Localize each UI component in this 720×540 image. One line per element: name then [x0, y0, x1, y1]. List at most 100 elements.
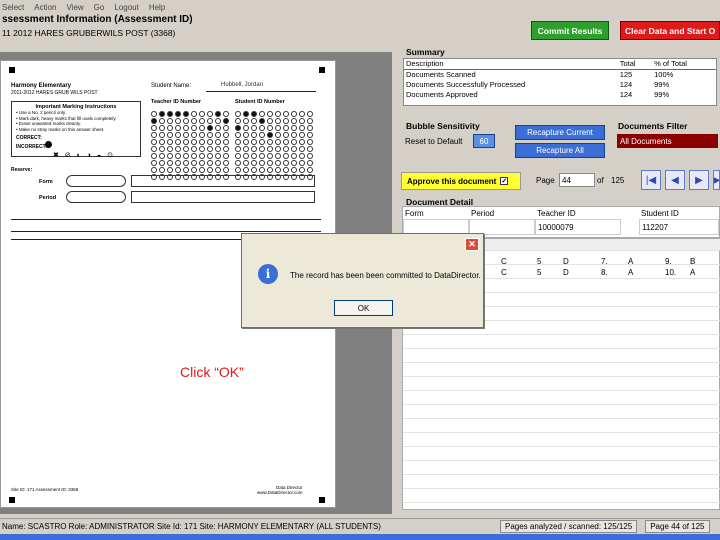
reserve-grid-2 [131, 191, 315, 203]
documents-filter-title: Documents Filter [618, 121, 688, 131]
close-icon[interactable]: ✕ [465, 238, 479, 251]
summary-cell: Documents Approved [406, 89, 478, 99]
answer-cell: 7. [601, 257, 608, 266]
menu-logout[interactable]: Logout [114, 3, 138, 12]
student-id-label: Student ID Number [235, 99, 285, 105]
summary-header: Description [404, 59, 618, 70]
status-pages-scanned: Pages analyzed / scanned: 125/125 [500, 520, 638, 533]
summary-header: % of Total [652, 59, 716, 70]
answer-cell: 9. [665, 257, 672, 266]
page-number-input[interactable]: 44 [559, 173, 595, 187]
page-label: Page [536, 176, 555, 185]
period-bubble-row [66, 191, 126, 203]
answer-cell: C [501, 257, 507, 266]
sensitivity-spinner[interactable]: 60 [473, 134, 495, 148]
table-row[interactable] [403, 379, 720, 391]
tutorial-annotation: Click “OK” [180, 364, 244, 380]
school-name: Harmony Elementary [11, 83, 72, 89]
table-row[interactable] [403, 421, 720, 433]
commit-results-button[interactable]: Commit Results [531, 21, 609, 40]
answer-cell: D [563, 257, 569, 266]
page-total: 125 [611, 176, 625, 185]
menu-go[interactable]: Go [94, 3, 105, 12]
student-id-field[interactable]: 112207 [639, 219, 719, 235]
form-label: Form [39, 179, 53, 185]
table-row[interactable] [403, 393, 720, 405]
summary-cell: 99% [654, 89, 670, 99]
approve-document-toggle[interactable]: Approve this document ✓ [401, 172, 521, 190]
detail-header-form: Form [405, 209, 424, 218]
table-row[interactable] [403, 365, 720, 377]
menu-select[interactable]: Select [2, 3, 24, 12]
detail-header-student-id: Student ID [641, 209, 679, 218]
table-row[interactable] [403, 351, 720, 363]
test-line: 2011-2012 HARES GRUB WILS POST [11, 90, 98, 96]
last-page-icon[interactable]: ▶ [713, 170, 720, 190]
ok-button[interactable]: OK [334, 300, 393, 316]
menu-action[interactable]: Action [34, 3, 56, 12]
first-page-icon[interactable]: |◀ [641, 170, 661, 190]
reset-default-label[interactable]: Reset to Default [405, 137, 462, 146]
table-row[interactable] [403, 477, 720, 489]
incorrect-label: INCORRECT: [16, 144, 47, 150]
summary-cell: 100% [654, 69, 674, 79]
reserve-grid-1 [131, 175, 315, 187]
table-row[interactable] [403, 407, 720, 419]
detail-header-period: Period [471, 209, 495, 218]
next-page-icon[interactable]: ▶ [689, 170, 709, 190]
answer-cell: 10. [665, 268, 677, 277]
menu-help[interactable]: Help [149, 3, 165, 12]
recapture-all-button[interactable]: Recapture All [515, 143, 605, 158]
form-bubble-row [66, 175, 126, 187]
info-icon: i [258, 264, 278, 284]
taskbar [0, 534, 720, 540]
summary-cell: 125 [619, 69, 633, 79]
summary-table: Description Total % of Total Documents S… [403, 58, 717, 106]
corner-mark [319, 67, 325, 73]
status-bar: Name: SCASTRO Role: ADMINISTRATOR Site I… [0, 518, 720, 534]
documents-filter-select[interactable]: All Documents [617, 134, 718, 148]
answer-cell: 5 [537, 257, 542, 266]
table-row[interactable] [403, 337, 720, 349]
summary-cell: 124 [619, 79, 633, 89]
name-line [206, 91, 316, 92]
answer-cell: D [563, 268, 569, 277]
reserve-label: Reserve: [11, 167, 33, 173]
summary-cell: Documents Scanned [406, 69, 476, 79]
answer-cell: A [628, 257, 634, 266]
answer-cell: 8. [601, 268, 608, 277]
instructions-box: Important Marking Instructions • Use a N… [11, 101, 141, 157]
recapture-current-button[interactable]: Recapture Current [515, 125, 605, 140]
teacher-id-field[interactable]: 10000079 [535, 219, 621, 235]
summary-title: Summary [406, 47, 445, 57]
correct-example-bubble [45, 141, 52, 148]
confirmation-dialog: ✕ i The record has been been committed t… [241, 233, 484, 328]
prev-page-icon[interactable]: ◀ [665, 170, 685, 190]
summary-header: Total [617, 59, 653, 70]
table-row[interactable] [403, 491, 720, 503]
sheet-footer-right: Data Director www.DataDirector.com [257, 485, 303, 495]
answer-row-line [11, 219, 321, 220]
period-label: Period [39, 195, 57, 201]
table-row[interactable] [403, 449, 720, 461]
answer-cell: 5 [537, 268, 542, 277]
corner-mark [9, 67, 15, 73]
table-row[interactable] [403, 463, 720, 475]
corner-mark [319, 497, 325, 503]
correct-label: CORRECT: [16, 135, 42, 141]
student-id-bubbles [235, 111, 314, 180]
clear-data-button[interactable]: Clear Data and Start O [620, 21, 720, 40]
approve-checkbox[interactable]: ✓ [500, 177, 509, 185]
summary-cell: 124 [619, 89, 633, 99]
answer-cell: C [501, 268, 507, 277]
page-title: ssessment Information (Assessment ID) [2, 14, 193, 25]
menu-view[interactable]: View [66, 3, 83, 12]
of-label: of [597, 176, 604, 185]
answer-cell: A [690, 268, 696, 277]
corner-mark [9, 497, 15, 503]
assessment-subtitle: 11 2012 HARES GRUBERWILS POST (3368) [2, 28, 176, 38]
answer-cell: A [628, 268, 634, 277]
table-row[interactable] [403, 435, 720, 447]
instruction-line: • Make no stray marks on this answer she… [16, 126, 105, 132]
teacher-id-bubbles [151, 111, 230, 180]
